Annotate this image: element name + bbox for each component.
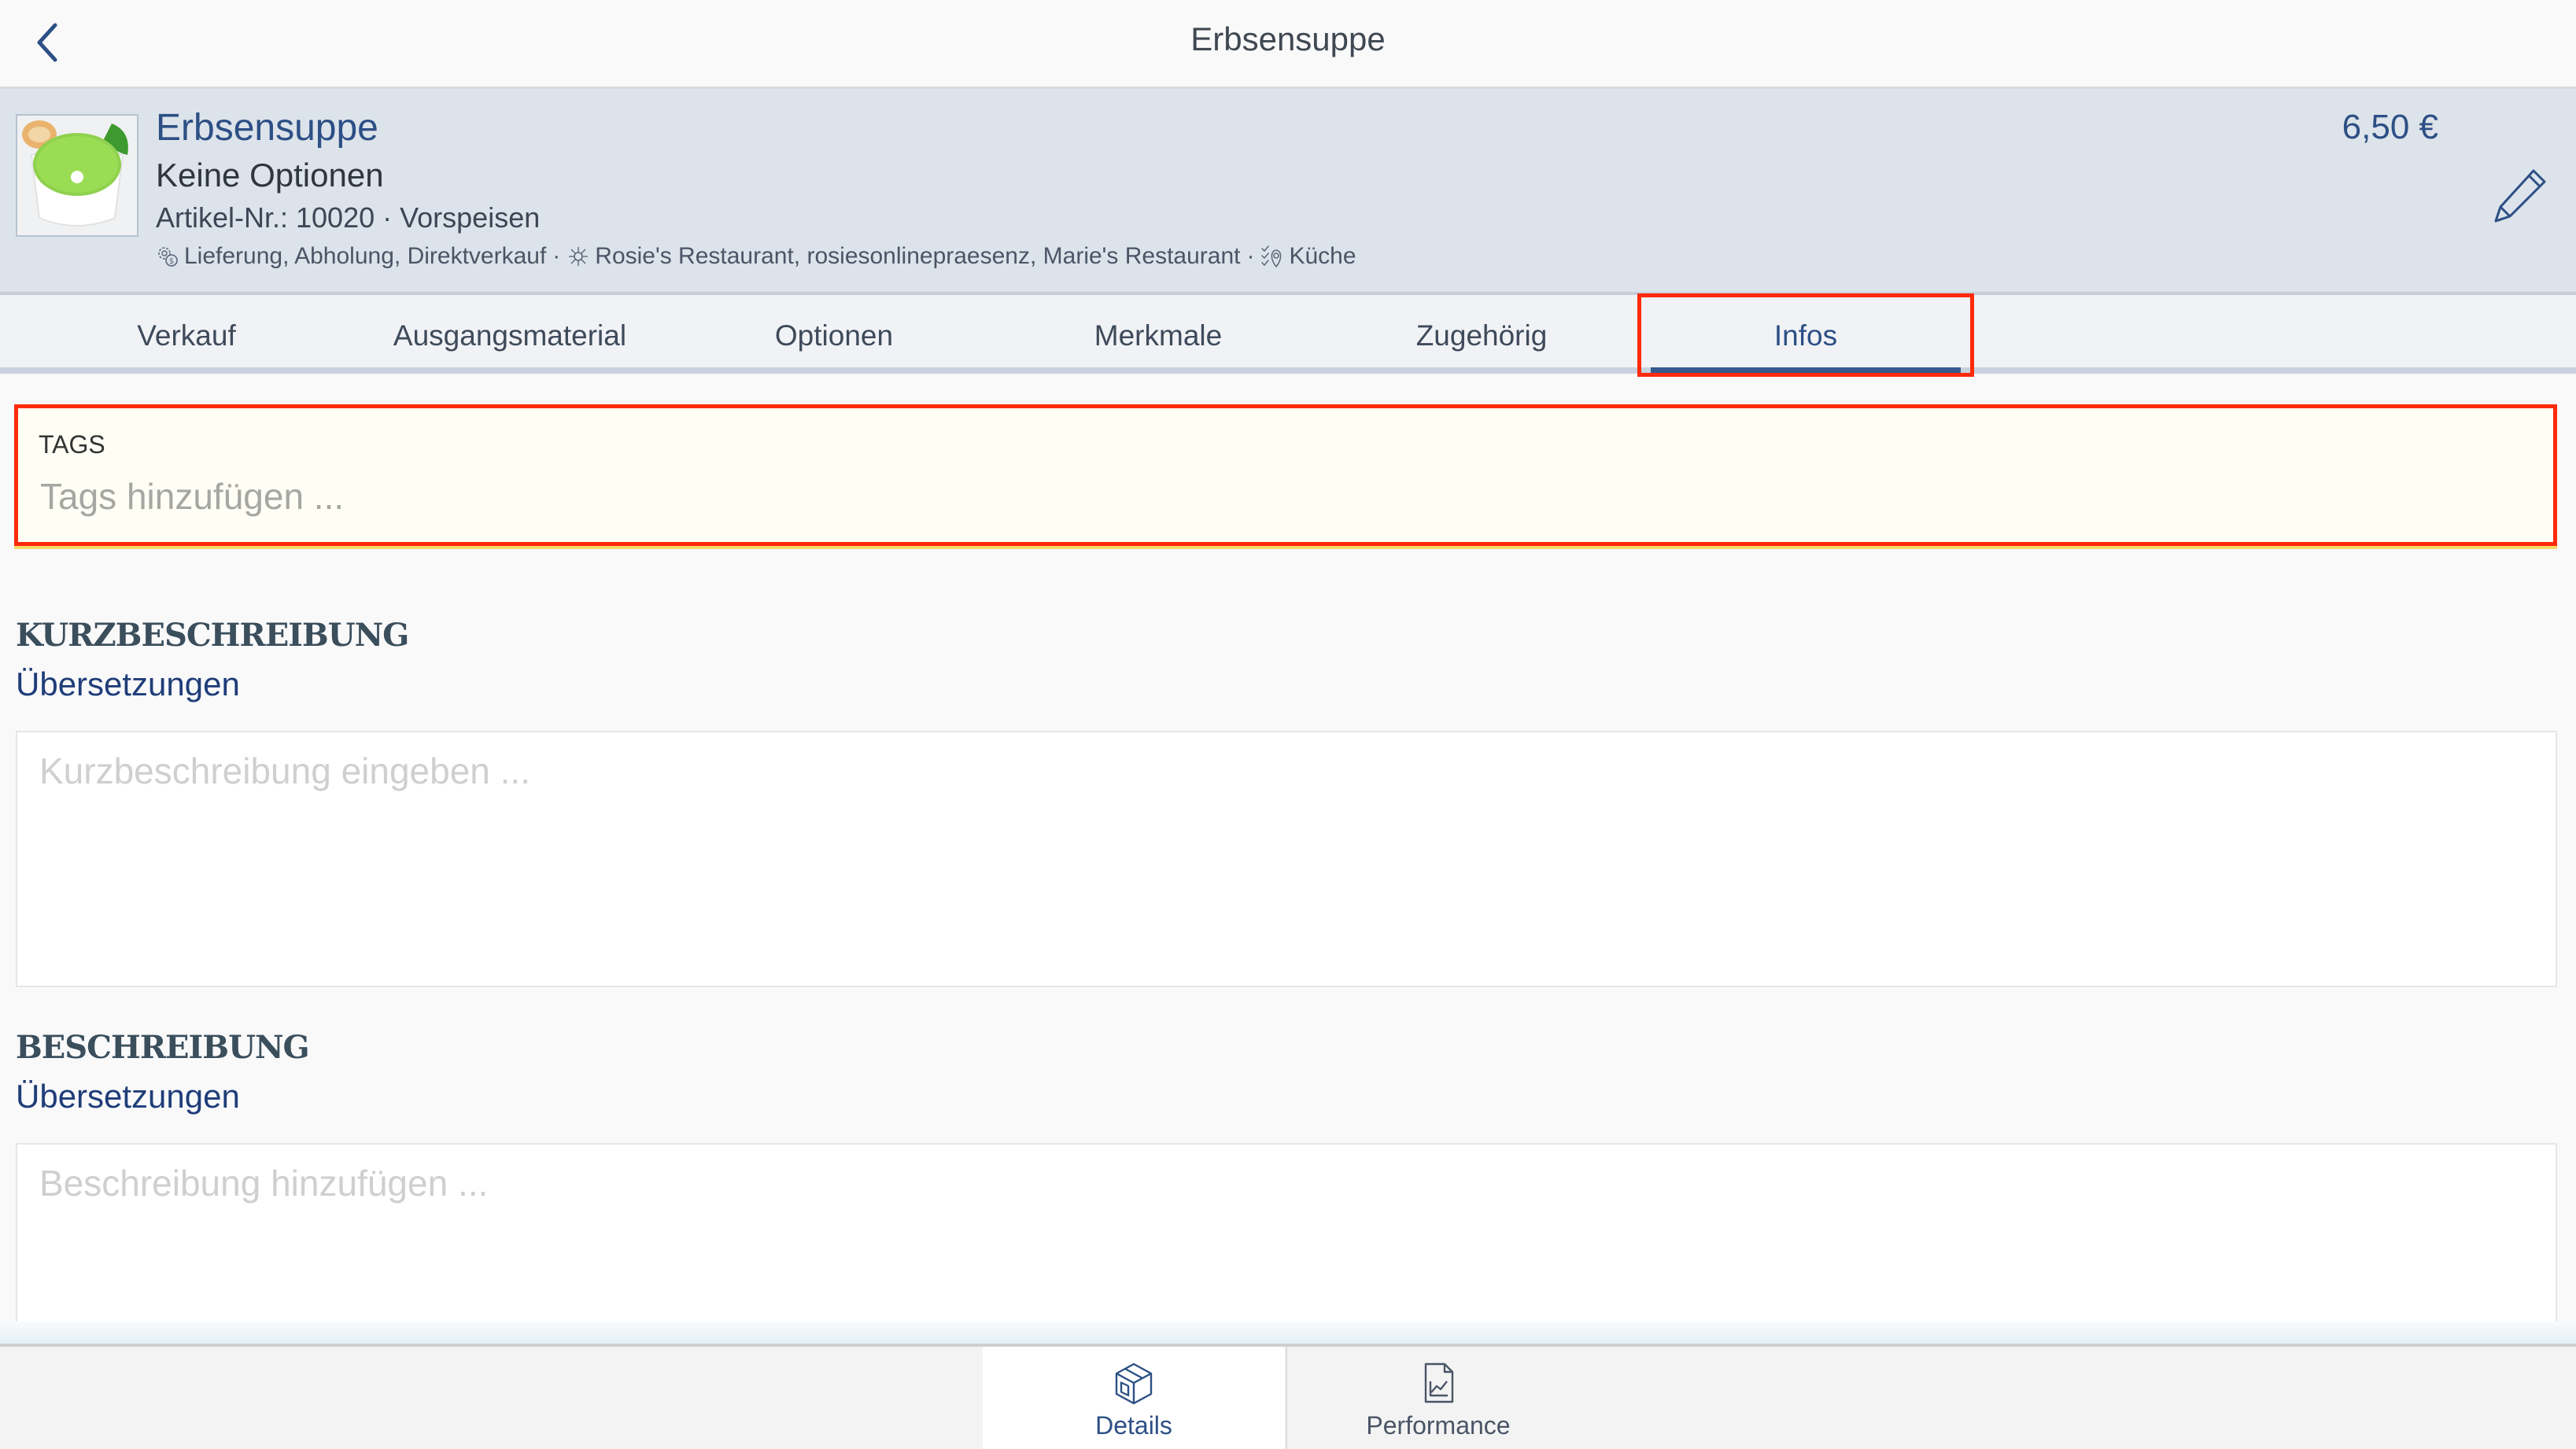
tab-merkmale[interactable]: Merkmale: [997, 295, 1319, 367]
tags-label: TAGS: [39, 430, 105, 459]
separator: ·: [1246, 243, 1255, 269]
bottom-navigation: Details Performance: [0, 1344, 2576, 1449]
product-price: 6,50 €: [2342, 108, 2438, 146]
checklist-location-icon: [1261, 245, 1282, 268]
details-label: Details: [1095, 1411, 1172, 1440]
description-field: [16, 1143, 2557, 1332]
description-translations-link[interactable]: Übersetzungen: [16, 1078, 240, 1115]
short-description-field: [16, 731, 2557, 987]
product-header: Erbsensuppe Keine Optionen Artikel-Nr.: …: [0, 89, 2576, 295]
production-location: Küche: [1289, 243, 1356, 269]
product-article-info: Artikel-Nr.: 10020 · Vorspeisen: [156, 201, 541, 234]
box-icon: [1115, 1362, 1153, 1405]
tab-bar: Verkauf Ausgangsmaterial Optionen Merkma…: [0, 295, 2576, 374]
edit-button[interactable]: [2489, 164, 2551, 227]
short-description-input[interactable]: [17, 732, 2556, 986]
network-location-icon: [569, 247, 589, 266]
sales-channels: Lieferung, Abholung, Direktverkauf: [184, 243, 547, 269]
separator: ·: [552, 243, 561, 269]
tab-verkauf[interactable]: Verkauf: [25, 295, 348, 367]
description-input[interactable]: [17, 1145, 2556, 1330]
product-name: Erbsensuppe: [156, 107, 378, 149]
tab-optionen[interactable]: Optionen: [673, 295, 995, 367]
description-title: BESCHREIBUNG: [16, 1029, 310, 1066]
product-meta: $ Lieferung, Abholung, Direktverkauf · R…: [156, 243, 1356, 270]
gear-money-icon: $: [158, 247, 178, 267]
short-description-title: KURZBESCHREIBUNG: [16, 617, 409, 654]
page-title: Erbsensuppe: [1190, 20, 1386, 57]
short-description-translations-link[interactable]: Übersetzungen: [16, 666, 240, 703]
pencil-icon: [2494, 169, 2546, 223]
navigation-bar: Erbsensuppe: [0, 0, 2576, 89]
svg-text:$: $: [169, 257, 174, 266]
product-options: Keine Optionen: [156, 157, 384, 194]
tags-input[interactable]: [39, 468, 2520, 525]
tab-infos[interactable]: Infos: [1644, 295, 1967, 374]
tab-ausgangsmaterial[interactable]: Ausgangsmaterial: [349, 295, 671, 367]
scroll-fade: [0, 1322, 2576, 1344]
sales-locations: Rosie's Restaurant, rosiesonlinepraesenz…: [595, 243, 1241, 269]
performance-label: Performance: [1366, 1411, 1511, 1440]
tab-zugehoerig[interactable]: Zugehörig: [1320, 295, 1643, 367]
product-image: [16, 114, 138, 237]
bottom-tab-details[interactable]: Details: [983, 1347, 1285, 1449]
bottom-tab-performance[interactable]: Performance: [1286, 1347, 1589, 1449]
chart-document-icon: [1424, 1362, 1454, 1403]
tags-field: TAGS: [14, 404, 2557, 546]
